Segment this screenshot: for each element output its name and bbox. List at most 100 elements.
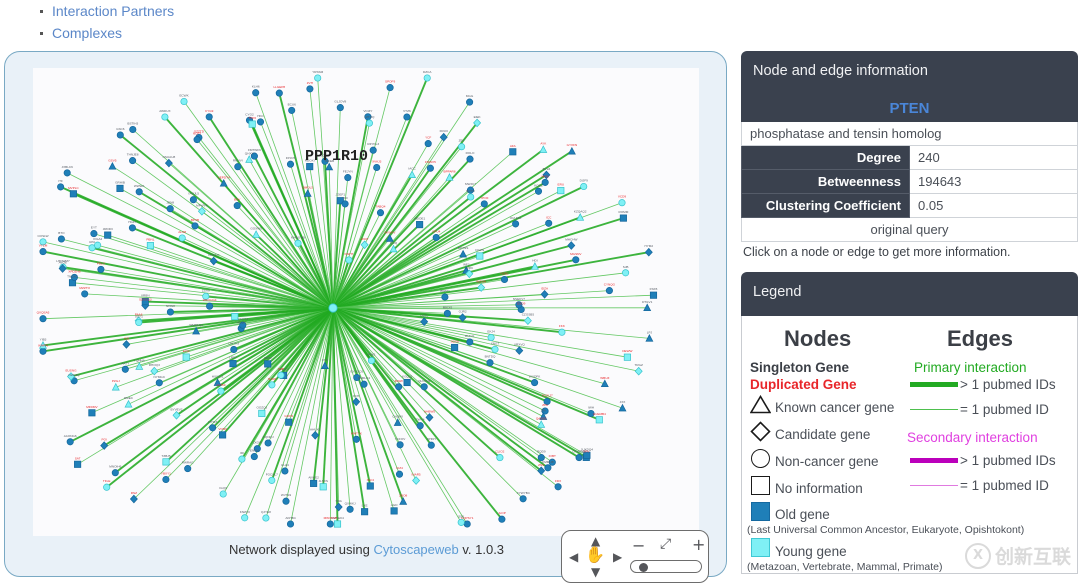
network-graph-canvas[interactable]: DSO9 MIKX9 GJR2 CZGSB5 LPJ FKK OSTL DEWW EKJ4 TRG… xyxy=(33,68,699,536)
pan-down-icon[interactable]: ▼ xyxy=(591,566,600,579)
primary-thick-edge-sample xyxy=(910,382,958,387)
svg-text:WUDFK: WUDFK xyxy=(529,375,541,379)
svg-text:SJB: SJB xyxy=(623,265,629,269)
legend-young-gene-label: Young gene xyxy=(775,544,847,559)
svg-text:FDX: FDX xyxy=(555,479,561,483)
svg-text:HXVSJ1: HXVSJ1 xyxy=(212,375,224,379)
nav-link-complexes[interactable]: Complexes xyxy=(52,25,122,41)
svg-text:IACC: IACC xyxy=(408,167,416,171)
svg-text:NWLZQ: NWLZQ xyxy=(69,373,81,377)
network-svg[interactable]: DSO9 MIKX9 GJR2 CZGSB5 LPJ FKK OSTL DEWW EKJ4 TRG… xyxy=(33,68,699,536)
node-info-table: PTEN phosphatase and tensin homolog Degr… xyxy=(741,95,1078,242)
svg-text:JXBLC6: JXBLC6 xyxy=(62,165,74,169)
watermark-text: 创新互联 xyxy=(994,546,1071,568)
legend-non-cancer-gene-label: Non-cancer gene xyxy=(775,454,879,469)
svg-text:HGF7: HGF7 xyxy=(128,220,137,224)
svg-text:ZBO8: ZBO8 xyxy=(399,494,407,498)
svg-text:JDN8: JDN8 xyxy=(166,201,174,205)
svg-text:AWDUX: AWDUX xyxy=(159,109,170,113)
click-hint-text: Click on a node or edge to get more info… xyxy=(743,245,1011,259)
svg-text:ITF: ITF xyxy=(58,179,63,183)
svg-text:INAR5: INAR5 xyxy=(412,473,421,477)
svg-text:ALO8: ALO8 xyxy=(178,230,186,234)
svg-text:TZBJ5: TZBJ5 xyxy=(161,454,170,458)
caption-prefix: Network displayed using xyxy=(228,542,374,557)
svg-text:FWY4: FWY4 xyxy=(416,418,425,422)
svg-text:NHBW5: NHBW5 xyxy=(424,409,435,413)
table-row: Betweenness 194643 xyxy=(741,169,1078,194)
svg-text:AAYY: AAYY xyxy=(121,361,129,365)
svg-text:FGCUL7: FGCUL7 xyxy=(266,472,278,476)
svg-text:FFH: FFH xyxy=(353,394,359,398)
svg-text:SAT: SAT xyxy=(75,456,81,460)
legend-edges-title: Edges xyxy=(947,326,1014,351)
svg-text:GUEMB4: GUEMB4 xyxy=(593,412,606,416)
triangle-icon xyxy=(749,394,772,419)
svg-text:VON9: VON9 xyxy=(218,427,227,431)
svg-text:QVQSA5: QVQSA5 xyxy=(37,311,50,315)
svg-text:XPDZH8: XPDZH8 xyxy=(68,269,80,273)
svg-text:AIIWE2: AIIWE2 xyxy=(308,475,319,479)
svg-text:HYM2: HYM2 xyxy=(644,244,653,248)
svg-text:MFEI: MFEI xyxy=(542,174,550,178)
svg-text:JZRC: JZRC xyxy=(465,266,474,270)
svg-text:CIZ4: CIZ4 xyxy=(396,466,403,470)
svg-text:TNQXC: TNQXC xyxy=(67,275,79,279)
table-row: Degree 240 xyxy=(741,145,1078,170)
svg-text:AVQ6: AVQ6 xyxy=(59,261,67,265)
svg-text:HDI: HDI xyxy=(532,258,537,262)
svg-text:EVI2: EVI2 xyxy=(183,349,190,353)
svg-text:IFWS: IFWS xyxy=(368,353,376,357)
svg-text:NSUAU8: NSUAU8 xyxy=(163,155,176,159)
svg-text:YRSSM: YRSSM xyxy=(312,70,323,74)
svg-text:JXX: JXX xyxy=(620,400,626,404)
nav-item-interaction-partners[interactable]: Interaction Partners xyxy=(40,2,720,20)
nav-item-complexes[interactable]: Complexes xyxy=(40,24,720,42)
svg-text:MHCHW: MHCHW xyxy=(565,238,577,242)
svg-text:FNWX5: FNWX5 xyxy=(425,160,436,164)
svg-text:USY1: USY1 xyxy=(135,315,143,319)
svg-text:JLOP: JLOP xyxy=(498,511,506,515)
svg-text:GYXFN: GYXFN xyxy=(567,143,578,147)
network-caption: Network displayed using Cytoscapeweb v. … xyxy=(5,542,728,557)
svg-text:KLH6: KLH6 xyxy=(252,85,260,89)
legend-primary-interaction-title: Primary interaction xyxy=(914,360,1027,375)
svg-text:GLJOV8: GLJOV8 xyxy=(334,100,346,104)
svg-text:LHIYK9: LHIYK9 xyxy=(228,342,239,346)
svg-text:SZKGQ3: SZKGQ3 xyxy=(139,298,152,302)
svg-text:SQX8: SQX8 xyxy=(450,340,459,344)
svg-text:OOZQJ: OOZQJ xyxy=(256,405,267,409)
svg-text:XKWXV: XKWXV xyxy=(384,231,396,235)
legend-known-cancer-gene-label: Known cancer gene xyxy=(775,400,895,415)
svg-text:CYNQG: CYNQG xyxy=(604,283,616,287)
svg-text:OTWDK6: OTWDK6 xyxy=(572,450,586,454)
svg-text:COSLW: COSLW xyxy=(37,234,48,238)
svg-text:AEIOE1: AEIOE1 xyxy=(414,217,425,221)
svg-text:FRU3: FRU3 xyxy=(440,129,448,133)
cytoscapeweb-link[interactable]: Cytoscapeweb xyxy=(373,542,458,557)
svg-text:URXVQ: URXVQ xyxy=(514,343,526,347)
svg-text:IDZA: IDZA xyxy=(541,286,549,290)
svg-text:YBXY1: YBXY1 xyxy=(161,472,171,476)
svg-text:IWH: IWH xyxy=(588,406,594,410)
stat-value-betweenness: 194643 xyxy=(909,169,1078,194)
svg-text:LXE: LXE xyxy=(362,504,368,508)
svg-text:QOQ: QOQ xyxy=(390,241,398,245)
svg-text:FEJYN: FEJYN xyxy=(343,170,353,174)
top-navigation: Interaction Partners Complexes xyxy=(0,0,720,44)
svg-text:LKR7: LKR7 xyxy=(361,237,369,241)
svg-text:RZYKL3: RZYKL3 xyxy=(367,142,379,146)
svg-text:MVPLC: MVPLC xyxy=(68,186,79,190)
legend-no-information-label: No information xyxy=(775,481,863,496)
zoom-slider[interactable] xyxy=(630,560,702,573)
svg-text:RQD9: RQD9 xyxy=(537,450,546,454)
svg-text:THP2: THP2 xyxy=(248,116,256,120)
svg-text:YSOO1: YSOO1 xyxy=(237,317,248,321)
old-gene-swatch xyxy=(751,502,770,521)
svg-text:FPJC5: FPJC5 xyxy=(286,156,296,160)
nav-link-interaction-partners[interactable]: Interaction Partners xyxy=(52,3,174,19)
svg-text:IGQX: IGQX xyxy=(219,486,227,490)
svg-text:YQHHA: YQHHA xyxy=(134,359,146,363)
zoom-slider-thumb[interactable] xyxy=(639,563,648,572)
stat-key-clustering-coefficient: Clustering Coefficient xyxy=(741,193,910,218)
